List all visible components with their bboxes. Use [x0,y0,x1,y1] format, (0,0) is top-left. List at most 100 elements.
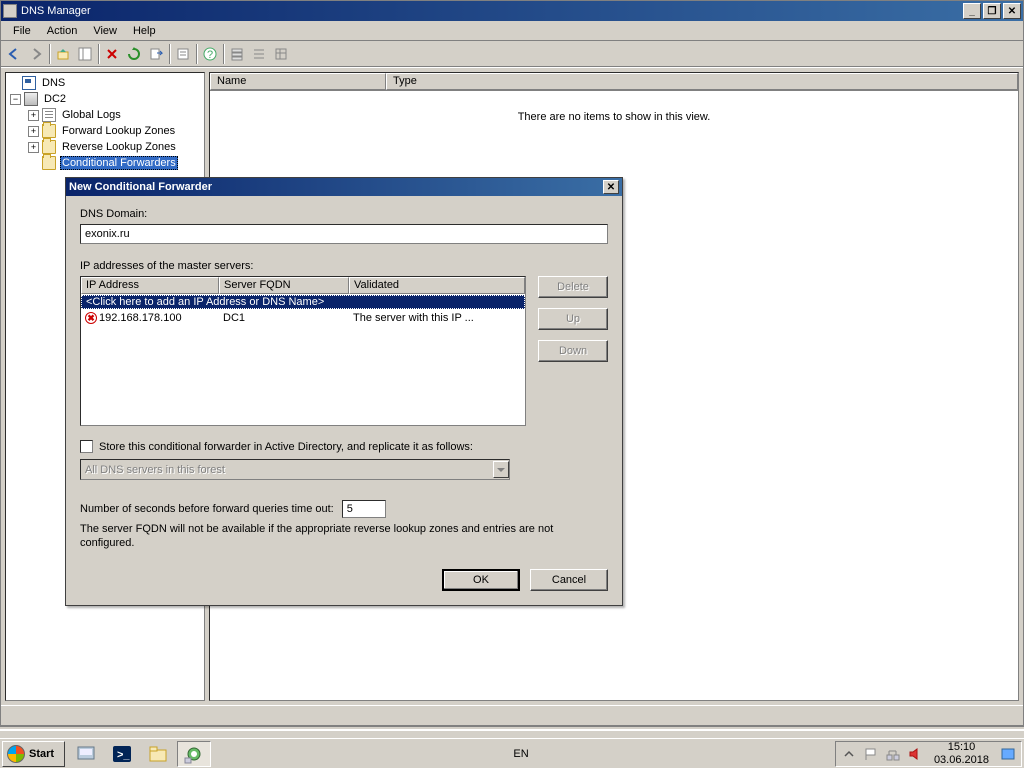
menu-view[interactable]: View [85,23,125,39]
start-label: Start [29,748,54,760]
timeout-input[interactable] [342,500,386,518]
taskbar-dns-manager[interactable] [177,741,211,767]
tray-show-desktop-icon[interactable] [1001,747,1015,761]
tree-reverse-lookup-zones[interactable]: + Reverse Lookup Zones [6,139,204,155]
minimize-button[interactable]: _ [963,3,981,19]
masters-fqdn: DC1 [219,312,349,324]
tray-flag-icon[interactable] [864,747,878,761]
dns-manager-window: DNS Manager _ ❐ ✕ File Action View Help … [0,0,1024,726]
svg-text:>_: >_ [117,749,130,761]
log-icon [42,108,56,122]
clock-time: 15:10 [934,741,989,753]
svg-text:?: ? [207,49,213,61]
masters-ip: 192.168.178.100 [99,312,182,324]
dns-domain-input[interactable] [80,224,608,244]
properties-button[interactable] [172,43,194,65]
tree-root-dns[interactable]: DNS [6,75,204,91]
tree-label: Global Logs [60,108,123,122]
store-ad-checkbox[interactable] [80,440,93,453]
dns-domain-label: DNS Domain: [80,208,608,220]
language-indicator[interactable]: EN [506,741,535,767]
maximize-button[interactable]: ❐ [983,3,1001,19]
timeout-label: Number of seconds before forward queries… [80,503,334,515]
delete-button[interactable]: Delete [538,276,608,298]
taskbar-powershell[interactable]: >_ [105,741,139,767]
tray-chevron-icon[interactable] [842,747,856,761]
folder-icon [42,140,56,154]
tree-server[interactable]: − DC2 [6,91,204,107]
new-conditional-forwarder-dialog: New Conditional Forwarder ✕ DNS Domain: … [65,177,623,606]
delete-button-toolbar[interactable] [101,43,123,65]
tree-label: DNS [40,76,67,90]
tray-sound-icon[interactable] [908,747,922,761]
expander-icon[interactable]: + [28,110,39,121]
folder-icon [42,124,56,138]
masters-add-row[interactable]: <Click here to add an IP Address or DNS … [81,294,525,310]
server-icon [24,92,38,106]
up-button[interactable] [52,43,74,65]
statusbar [1,705,1023,725]
menu-help[interactable]: Help [125,23,164,39]
taskbar: Start >_ EN 15:10 03.06.2018 [0,738,1024,768]
taskbar-explorer[interactable] [141,741,175,767]
export-button[interactable] [145,43,167,65]
replication-scope-combo: All DNS servers in this forest [80,459,510,480]
dns-root-icon [22,76,36,90]
menu-action[interactable]: Action [39,23,86,39]
list-header: Name Type [210,73,1018,91]
expander-icon[interactable]: − [10,94,21,105]
clock[interactable]: 15:10 03.06.2018 [930,741,993,765]
menu-file[interactable]: File [5,23,39,39]
masters-listview[interactable]: IP Address Server FQDN Validated <Click … [80,276,526,426]
column-name[interactable]: Name [210,73,386,90]
language-text: EN [513,748,528,760]
system-tray: 15:10 03.06.2018 [835,741,1022,767]
help-button-toolbar[interactable]: ? [199,43,221,65]
filter-button[interactable] [226,43,248,65]
masters-add-placeholder: <Click here to add an IP Address or DNS … [81,295,525,309]
tray-network-icon[interactable] [886,747,900,761]
masters-validated: The server with this IP ... [349,312,525,324]
cancel-button[interactable]: Cancel [530,569,608,591]
tree-label: Reverse Lookup Zones [60,140,178,154]
menubar: File Action View Help [1,21,1023,41]
tree-conditional-forwarders[interactable]: Conditional Forwarders [6,155,204,171]
dialog-title: New Conditional Forwarder [69,181,603,193]
tree-label: Conditional Forwarders [60,156,178,170]
chevron-down-icon [493,461,509,478]
show-hide-tree-button[interactable] [74,43,96,65]
up-button-dialog[interactable]: Up [538,308,608,330]
tree-forward-lookup-zones[interactable]: + Forward Lookup Zones [6,123,204,139]
masters-col-fqdn[interactable]: Server FQDN [219,277,349,294]
dialog-close-button[interactable]: ✕ [603,180,619,194]
forward-button[interactable] [25,43,47,65]
start-button[interactable]: Start [2,741,65,767]
replication-scope-text: All DNS servers in this forest [81,464,493,476]
down-button-dialog[interactable]: Down [538,340,608,362]
expander-icon [28,158,39,169]
masters-row[interactable]: ✖ 192.168.178.100 DC1 The server with th… [81,310,525,326]
expander-icon[interactable]: + [28,126,39,137]
dialog-titlebar: New Conditional Forwarder ✕ [66,178,622,196]
list-view-button[interactable] [248,43,270,65]
masters-label: IP addresses of the master servers: [80,260,608,272]
masters-col-validated[interactable]: Validated [349,277,525,294]
close-button[interactable]: ✕ [1003,3,1021,19]
windows-logo-icon [7,745,25,763]
window-title: DNS Manager [21,5,961,17]
masters-col-ip[interactable]: IP Address [81,277,219,294]
expander-icon[interactable]: + [28,142,39,153]
app-icon [3,4,17,18]
detail-view-button[interactable] [270,43,292,65]
column-type[interactable]: Type [386,73,1018,90]
fqdn-note: The server FQDN will not be available if… [80,522,608,551]
refresh-button[interactable] [123,43,145,65]
expander-icon [8,78,19,89]
tree-global-logs[interactable]: + Global Logs [6,107,204,123]
back-button[interactable] [3,43,25,65]
ok-button[interactable]: OK [442,569,520,591]
taskbar-server-manager[interactable] [69,741,103,767]
empty-message: There are no items to show in this view. [518,111,711,123]
folder-icon [42,156,56,170]
toolbar: ? [1,41,1023,67]
